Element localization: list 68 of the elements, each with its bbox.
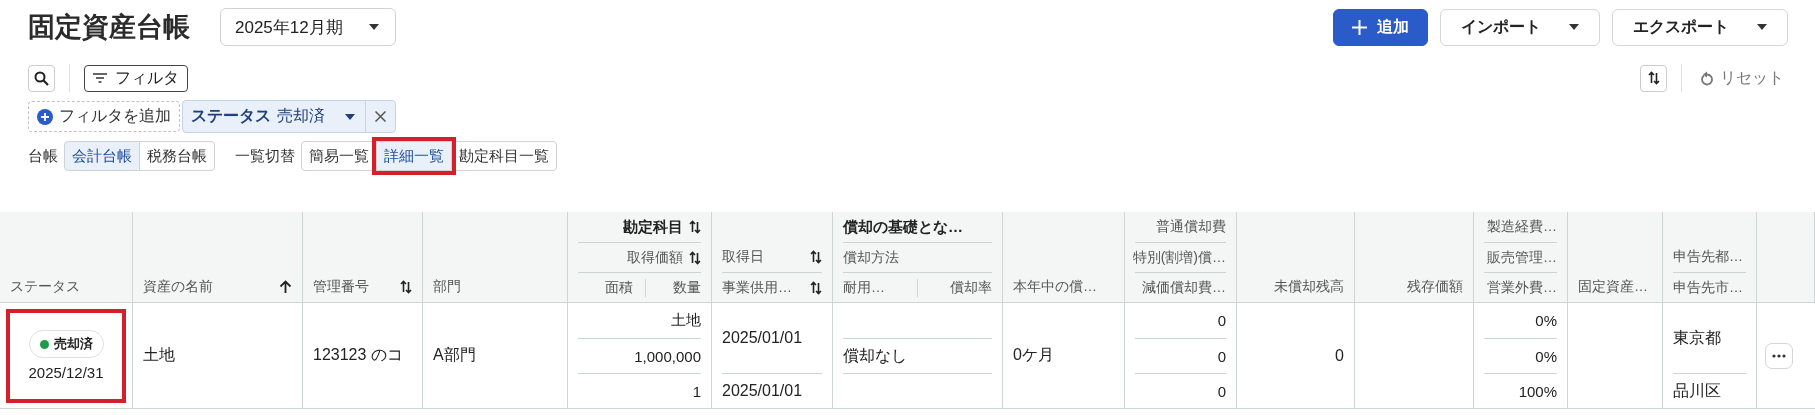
table-cell: 土地 [671, 311, 701, 330]
table-cell: 0% [1535, 312, 1557, 329]
add-button[interactable]: 追加 [1333, 8, 1428, 46]
menu-button[interactable]: インポート [1440, 8, 1600, 46]
table-cell: 0% [1535, 347, 1557, 365]
search-button[interactable] [28, 64, 55, 92]
view-tab[interactable]: 税務台帳 [139, 141, 215, 171]
sort-ascending-icon[interactable] [279, 280, 292, 294]
view-tab[interactable]: 会計台帳 [64, 141, 140, 171]
table-cell: 0 [1217, 347, 1226, 365]
column-header: 固定資産… [1568, 212, 1663, 303]
add-filter-button[interactable]: フィルタを追加 [28, 101, 180, 132]
sort-icon[interactable] [810, 250, 822, 264]
period-select[interactable]: 2025年12月期 [220, 8, 396, 46]
sort-icon[interactable] [1647, 71, 1660, 85]
table-cell-text: 品川区 [1673, 380, 1721, 401]
switch-label: 一覧切替 [235, 146, 295, 166]
table-cell: 0 [1335, 346, 1344, 365]
caret-icon [1757, 24, 1767, 30]
column-header: ステータス [0, 212, 133, 303]
filter-icon [93, 73, 107, 83]
sold-date: 2025/12/31 [28, 364, 104, 381]
sort-button[interactable] [1640, 64, 1667, 92]
column-header: 残存価額 [1355, 212, 1474, 303]
column-header: 取得日 事業供用… [712, 212, 833, 303]
column-header: 申告先都… 申告先市… [1663, 212, 1757, 303]
filter-chip-button[interactable]: ステータス 売却済 [183, 101, 365, 132]
sort-icon[interactable] [400, 280, 412, 294]
column-header[interactable]: 資産の名前 [133, 212, 303, 303]
column-header: 本年中の償… [1003, 212, 1125, 303]
sort-icon[interactable] [689, 250, 701, 265]
caret-icon [1569, 24, 1579, 30]
column-header: 普通償却費 特別(割増)償… 減価償却費… [1125, 212, 1237, 303]
table-cell: 1 [692, 382, 701, 400]
caret-icon [345, 113, 355, 120]
caret-icon [368, 24, 379, 30]
more-icon [1772, 353, 1786, 358]
table-cell-text: A部門 [433, 345, 476, 365]
table-cell: 2025/01/01 [722, 329, 803, 347]
page-title: 固定資産台帳 [28, 11, 190, 44]
table-cell: 0 [1217, 312, 1226, 329]
column-header: 製造経費… 販売管理… 営業外費… [1474, 212, 1568, 303]
column-header: 勘定科目 取得価額 面積 数量 [568, 212, 712, 303]
table-cell-text: 0ケ月 [1013, 345, 1054, 365]
column-header: 償却の基礎とな… 償却方法 耐用… 償却率 [833, 212, 1003, 303]
column-header[interactable]: 管理番号 [303, 212, 423, 303]
table-cell-text: 土地 [143, 345, 175, 365]
table-cell: 2025/01/01 [722, 382, 803, 400]
table-cell: 100% [1518, 382, 1557, 400]
table-cell-text: 東京都 [1673, 327, 1721, 348]
plus-circle-icon [37, 108, 53, 125]
table-cell: 0 [1217, 382, 1226, 400]
sort-icon[interactable] [810, 280, 822, 295]
filter-button[interactable]: フィルタ [84, 64, 188, 92]
menu-button[interactable]: エクスポート [1612, 8, 1788, 46]
table-cell-text: 償却なし [843, 345, 907, 366]
table-cell-text: 123123 のコ [313, 345, 403, 365]
reset-icon [1700, 70, 1714, 86]
status-badge: 売却済 [28, 330, 104, 358]
column-header: 部門 [423, 212, 568, 303]
sort-icon[interactable] [689, 220, 701, 234]
plus-icon [1352, 19, 1367, 35]
reset-button[interactable]: リセット [1696, 67, 1788, 89]
table-cell: 1,000,000 [634, 347, 701, 365]
search-icon [34, 70, 49, 86]
close-icon [375, 111, 386, 122]
switch-label: 台帳 [28, 146, 58, 166]
column-header: 未償却残高 [1237, 212, 1355, 303]
